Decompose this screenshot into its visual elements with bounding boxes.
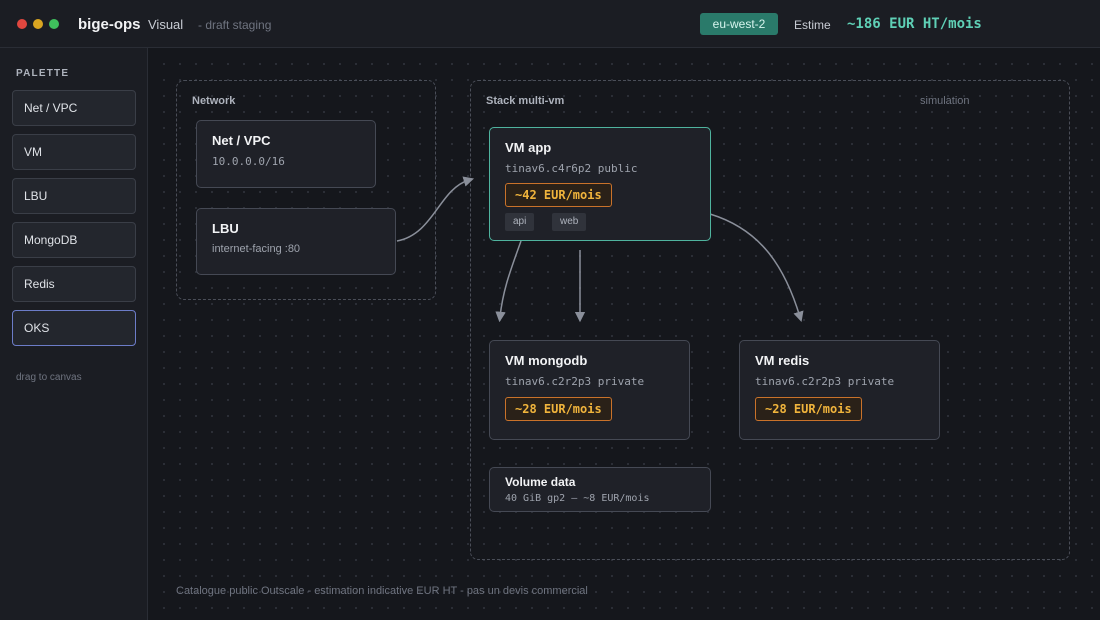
node-instance-type: tinav6.c4r6p2 public: [505, 162, 638, 175]
palette-item-lbu[interactable]: LBU: [12, 178, 136, 214]
estimate-total: ~186 EUR HT/mois: [847, 16, 982, 32]
tag-api: api: [505, 213, 535, 231]
environment-subtitle: - draft staging: [198, 18, 272, 32]
cost-badge: ~28 EUR/mois: [755, 397, 862, 421]
palette-item-redis[interactable]: Redis: [12, 266, 136, 302]
node-title: VM mongodb: [505, 353, 588, 368]
node-volume-data[interactable]: Volume data 40 GiB gp2 — ~8 EUR/mois: [489, 467, 711, 512]
cost-badge: ~28 EUR/mois: [505, 397, 612, 421]
palette-item-oks[interactable]: OKS: [12, 310, 136, 346]
edge-lbu-to-vm-app: [396, 176, 475, 242]
node-lbu[interactable]: LBU internet-facing :80: [196, 208, 396, 275]
minimize-window-icon[interactable]: [33, 19, 43, 29]
node-vm-app[interactable]: VM app tinav6.c4r6p2 public ~42 EUR/mois…: [489, 127, 711, 241]
estimate-label: Estime: [794, 18, 831, 32]
node-title: Volume data: [505, 475, 576, 489]
view-mode-label: Visual: [148, 17, 184, 32]
maximize-window-icon[interactable]: [49, 19, 59, 29]
node-cidr: 10.0.0.0/16: [212, 155, 285, 168]
region-badge[interactable]: eu-west-2: [700, 13, 778, 35]
node-title: VM redis: [755, 353, 810, 368]
close-window-icon[interactable]: [17, 19, 27, 29]
palette-item-mongodb[interactable]: MongoDB: [12, 222, 136, 258]
edge-vm-app-to-redis: [709, 213, 804, 323]
node-volume-spec: 40 GiB gp2 — ~8 EUR/mois: [505, 493, 650, 504]
diagram-canvas[interactable]: Network Stack multi-vm simulation Net / …: [149, 49, 1100, 620]
drag-hint: drag to canvas: [16, 372, 82, 383]
palette-title: PALETTE: [16, 68, 70, 79]
node-listener: internet-facing :80: [212, 243, 301, 255]
node-vm-mongodb[interactable]: VM mongodb tinav6.c2r2p3 private ~28 EUR…: [489, 340, 690, 440]
edge-vm-app-to-mongodb-left: [495, 240, 522, 323]
app-name: bige-ops: [78, 16, 141, 33]
node-vm-redis[interactable]: VM redis tinav6.c2r2p3 private ~28 EUR/m…: [739, 340, 940, 440]
palette-sidebar: PALETTE Net / VPC VM LBU MongoDB Redis O…: [0, 48, 148, 620]
node-title: LBU: [212, 221, 239, 236]
node-net-vpc[interactable]: Net / VPC 10.0.0.0/16: [196, 120, 376, 188]
node-instance-type: tinav6.c2r2p3 private: [755, 375, 895, 388]
node-instance-type: tinav6.c2r2p3 private: [505, 375, 645, 388]
node-title: Net / VPC: [212, 133, 271, 148]
tag-web: web: [552, 213, 587, 231]
node-title: VM app: [505, 140, 552, 155]
palette-item-vm[interactable]: VM: [12, 134, 136, 170]
pricing-disclaimer: Catalogue public Outscale - estimation i…: [176, 585, 588, 597]
title-bar: bige-ops Visual - draft staging eu-west-…: [0, 0, 1100, 48]
cost-badge: ~42 EUR/mois: [505, 183, 612, 207]
palette-item-net-vpc[interactable]: Net / VPC: [12, 90, 136, 126]
